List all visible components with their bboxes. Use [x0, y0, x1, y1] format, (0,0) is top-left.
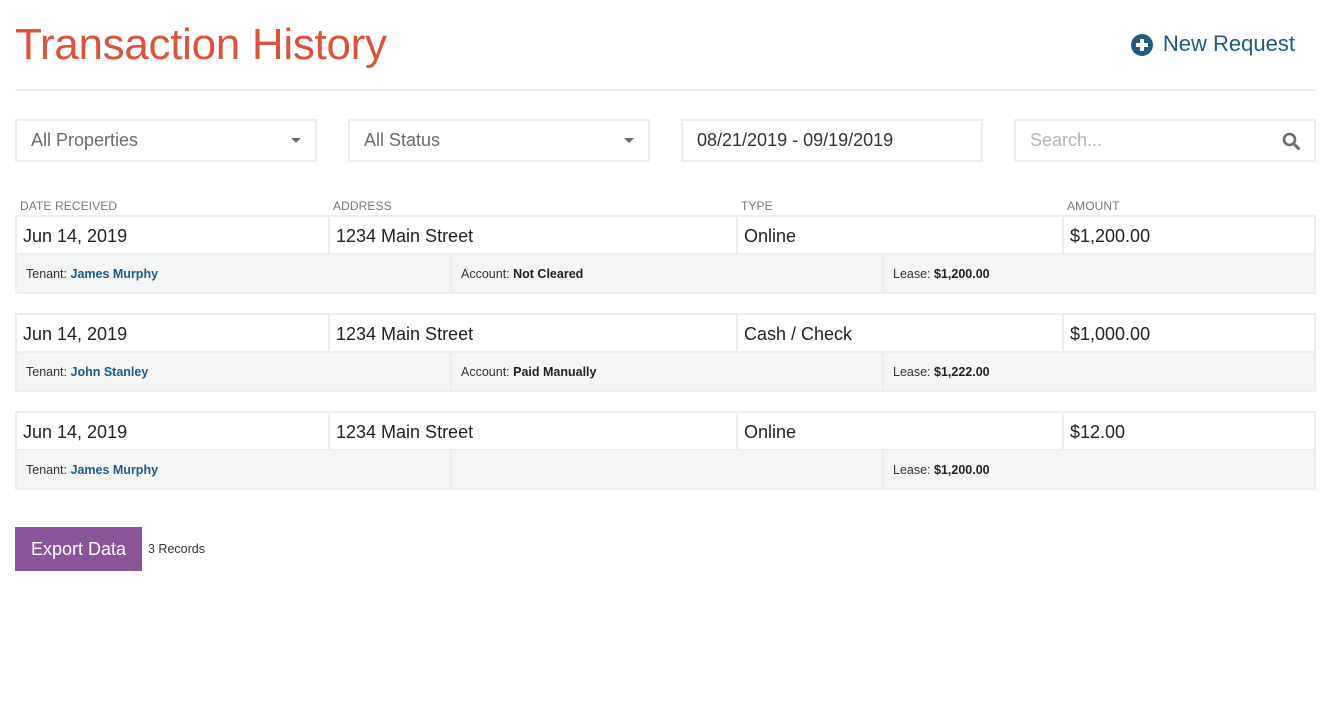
transaction-main-row[interactable]: Jun 14, 2019 1234 Main Street Online $1,…: [15, 215, 1316, 255]
tenant-label: Tenant:: [26, 267, 68, 281]
column-header-date-received[interactable]: DATE RECEIVED: [20, 199, 117, 213]
tenant-label: Tenant:: [26, 365, 68, 379]
new-request-label: New Request: [1162, 31, 1295, 56]
search-icon[interactable]: [1282, 132, 1300, 150]
properties-dropdown-value: All Properties: [31, 130, 139, 150]
transaction-record[interactable]: Jun 14, 2019 1234 Main Street Online $1,…: [15, 215, 1316, 294]
search-box: [1014, 119, 1316, 162]
tenant-link[interactable]: James Murphy: [71, 463, 159, 477]
column-header-address[interactable]: ADDRESS: [333, 199, 392, 213]
account-label: Account:: [461, 365, 510, 379]
transaction-record[interactable]: Jun 14, 2019 1234 Main Street Online $12…: [15, 411, 1316, 490]
transaction-detail-row: Tenant: James Murphy Account: Not Cleare…: [15, 255, 1316, 294]
lease-cell: Lease: $1,200.00: [882, 451, 1314, 488]
tenant-label: Tenant:: [26, 463, 68, 477]
date-received-cell: Jun 14, 2019: [23, 324, 128, 344]
amount-cell: $12.00: [1062, 413, 1314, 449]
export-data-button[interactable]: Export Data: [15, 527, 142, 571]
lease-amount: $1,200.00: [934, 267, 990, 281]
column-header-type[interactable]: TYPE: [741, 199, 773, 213]
lease-cell: Lease: $1,200.00: [882, 255, 1314, 292]
transaction-detail-row: Tenant: John Stanley Account: Paid Manua…: [15, 353, 1316, 392]
lease-label: Lease:: [893, 267, 931, 281]
account-label: Account:: [461, 267, 510, 281]
tenant-cell: Tenant: James Murphy: [17, 451, 452, 488]
address-cell: 1234 Main Street: [328, 217, 738, 253]
page-title: Transaction History: [15, 20, 387, 69]
status-dropdown[interactable]: All Status: [348, 119, 650, 162]
new-request-button[interactable]: New Request: [1130, 30, 1295, 58]
lease-label: Lease:: [893, 365, 931, 379]
date-range-picker[interactable]: 08/21/2019 - 09/19/2019: [681, 119, 983, 162]
plus-circle-icon: [1130, 34, 1153, 56]
search-input[interactable]: [1030, 122, 1270, 159]
lease-amount: $1,222.00: [934, 365, 990, 379]
column-header-amount[interactable]: AMOUNT: [1067, 199, 1120, 213]
type-cell: Online: [736, 413, 1064, 449]
account-cell: Account: Paid Manually: [450, 353, 884, 390]
properties-dropdown[interactable]: All Properties: [15, 119, 317, 162]
table-footer: Export Data 3 Records: [15, 527, 205, 571]
tenant-link[interactable]: John Stanley: [71, 365, 149, 379]
account-cell: [450, 451, 884, 488]
caret-down-icon: [624, 138, 634, 143]
page-header: Transaction History New Request: [15, 0, 1315, 91]
tenant-cell: Tenant: John Stanley: [17, 353, 452, 390]
transaction-main-row[interactable]: Jun 14, 2019 1234 Main Street Online $12…: [15, 411, 1316, 451]
tenant-link[interactable]: James Murphy: [71, 267, 159, 281]
account-status: Not Cleared: [513, 267, 584, 281]
lease-label: Lease:: [893, 463, 931, 477]
type-cell: Online: [736, 217, 1064, 253]
caret-down-icon: [291, 138, 301, 143]
date-received-cell: Jun 14, 2019: [23, 226, 128, 246]
transaction-detail-row: Tenant: James Murphy Lease: $1,200.00: [15, 451, 1316, 490]
date-received-cell: Jun 14, 2019: [23, 422, 128, 442]
type-cell: Cash / Check: [736, 315, 1064, 351]
transaction-main-row[interactable]: Jun 14, 2019 1234 Main Street Cash / Che…: [15, 313, 1316, 353]
status-dropdown-value: All Status: [364, 130, 441, 150]
lease-cell: Lease: $1,222.00: [882, 353, 1314, 390]
record-count: 3 Records: [148, 542, 205, 556]
address-cell: 1234 Main Street: [328, 315, 738, 351]
account-cell: Account: Not Cleared: [450, 255, 884, 292]
date-range-value: 08/21/2019 - 09/19/2019: [697, 130, 894, 150]
account-status: Paid Manually: [513, 365, 597, 379]
amount-cell: $1,200.00: [1062, 217, 1314, 253]
tenant-cell: Tenant: James Murphy: [17, 255, 452, 292]
amount-cell: $1,000.00: [1062, 315, 1314, 351]
lease-amount: $1,200.00: [934, 463, 990, 477]
address-cell: 1234 Main Street: [328, 413, 738, 449]
transaction-record[interactable]: Jun 14, 2019 1234 Main Street Cash / Che…: [15, 313, 1316, 392]
